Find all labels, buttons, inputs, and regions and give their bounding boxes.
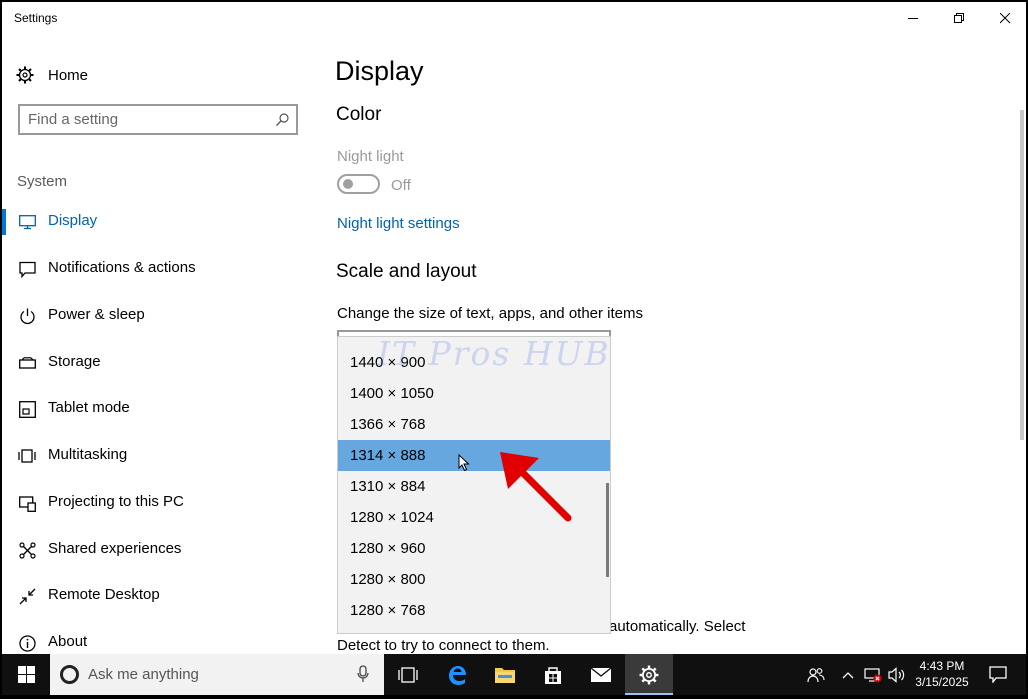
mail-icon [590,666,612,682]
file-explorer-button[interactable] [481,654,529,695]
microphone-icon[interactable] [357,665,369,683]
minimize-icon [907,17,918,19]
power-icon [18,307,36,325]
nav-section-label: System [17,173,68,190]
sidebar-item-label: About [48,633,88,650]
action-center-icon [989,666,1007,683]
cortana-search-box[interactable]: Ask me anything [50,654,384,695]
night-light-label: Night light [337,148,404,165]
gear-icon [16,66,34,84]
cortana-icon [60,665,79,684]
toggle-knob [343,179,353,189]
search-icon [276,113,289,126]
sidebar-item-projecting[interactable]: Projecting to this PC [2,484,312,520]
resolution-option[interactable]: 1280 × 800 [338,564,610,595]
close-icon [999,12,1010,23]
sidebar-item-multitasking[interactable]: Multitasking [2,437,312,473]
network-button[interactable] [862,654,884,695]
sidebar-item-notifications[interactable]: Notifications & actions [2,250,312,286]
title-bar[interactable]: Settings [2,2,1026,34]
sidebar-item-tablet-mode[interactable]: Tablet mode [2,390,312,426]
color-heading: Color [336,104,382,125]
search-input[interactable] [28,110,268,129]
page-title: Display [335,56,424,86]
sidebar-item-power-sleep[interactable]: Power & sleep [2,297,312,333]
remote-desktop-icon [18,587,36,605]
sidebar-item-display[interactable]: Display [2,203,312,239]
restore-icon [953,12,964,23]
taskbar-clock[interactable]: 4:43 PM 3/15/2025 [908,658,976,690]
store-icon [545,666,561,684]
sidebar-item-about[interactable]: About [2,624,312,654]
task-view-icon [398,666,418,683]
shared-icon [18,541,36,559]
main-scrollbar[interactable] [1020,110,1024,440]
home-label: Home [48,66,89,84]
people-button[interactable] [804,654,828,695]
projector-icon [18,494,36,512]
find-setting-search[interactable] [18,104,298,135]
mouse-cursor-icon [458,454,470,472]
night-light-state: Off [391,177,411,194]
people-icon [807,667,825,682]
mail-button[interactable] [577,654,625,695]
storage-icon [18,354,36,372]
start-button[interactable] [2,654,50,695]
taskbar: Ask me anything 4:43 PM 3/15/2025 [2,654,1026,695]
sidebar-item-label: Shared experiences [48,540,182,557]
multitasking-icon [18,447,36,465]
minimize-button[interactable] [890,2,936,34]
edge-browser-button[interactable] [433,654,481,695]
sidebar-item-label: Notifications & actions [48,259,196,276]
night-light-toggle[interactable] [337,174,380,194]
sidebar-item-label: Remote Desktop [48,586,160,603]
settings-window: Settings Home System Display Notificatio… [2,2,1026,654]
gear-icon [639,665,659,684]
edge-icon [449,665,466,685]
folder-icon [495,667,515,683]
clock-time: 4:43 PM [919,659,965,673]
sidebar-item-storage[interactable]: Storage [2,344,312,380]
window-title: Settings [14,11,58,25]
sidebar-item-label: Multitasking [48,446,128,463]
notification-icon [18,260,36,278]
speaker-icon [888,666,905,683]
scale-description: Change the size of text, apps, and other… [337,305,644,322]
action-center-button[interactable] [980,654,1016,695]
volume-button[interactable] [886,654,908,695]
sidebar-item-label: Power & sleep [48,306,145,323]
resolution-option[interactable]: 1280 × 960 [338,533,610,564]
resolution-option[interactable]: 1400 × 1050 [338,378,610,409]
sidebar-item-label: Projecting to this PC [48,493,184,510]
night-light-settings-link[interactable]: Night light settings [337,215,460,232]
monitor-icon [18,213,36,231]
sidebar-item-label: Display [48,212,98,229]
clock-date: 3/15/2025 [915,675,969,689]
detect-text-line1: automatically. Select [609,618,746,635]
dropdown-scrollbar[interactable] [606,483,609,577]
settings-taskbar-button[interactable] [625,654,673,695]
watermark-text: IT Pros HUB [377,334,611,373]
close-button[interactable] [982,2,1026,34]
network-disconnected-icon [864,667,882,682]
show-hidden-icons-button[interactable] [838,654,858,695]
info-icon [18,634,36,652]
chevron-up-icon [842,671,854,678]
sidebar-item-remote-desktop[interactable]: Remote Desktop [2,577,312,613]
resolution-option[interactable]: 1366 × 768 [338,409,610,440]
task-view-button[interactable] [384,654,432,695]
sidebar-item-label: Storage [48,353,101,370]
scale-layout-heading: Scale and layout [336,261,477,282]
windows-logo-icon [17,666,35,683]
tablet-icon [18,400,36,418]
restore-button[interactable] [936,2,982,34]
detect-text-line2: Detect to try to connect to them. [337,637,550,654]
home-nav-item[interactable]: Home [16,62,88,88]
resolution-option[interactable]: 1280 × 768 [338,595,610,626]
taskbar-search-text: Ask me anything [88,666,199,683]
store-button[interactable] [529,654,577,695]
red-arrow-annotation-icon [500,452,572,522]
sidebar-item-shared-experiences[interactable]: Shared experiences [2,531,312,567]
sidebar-item-label: Tablet mode [48,399,130,416]
